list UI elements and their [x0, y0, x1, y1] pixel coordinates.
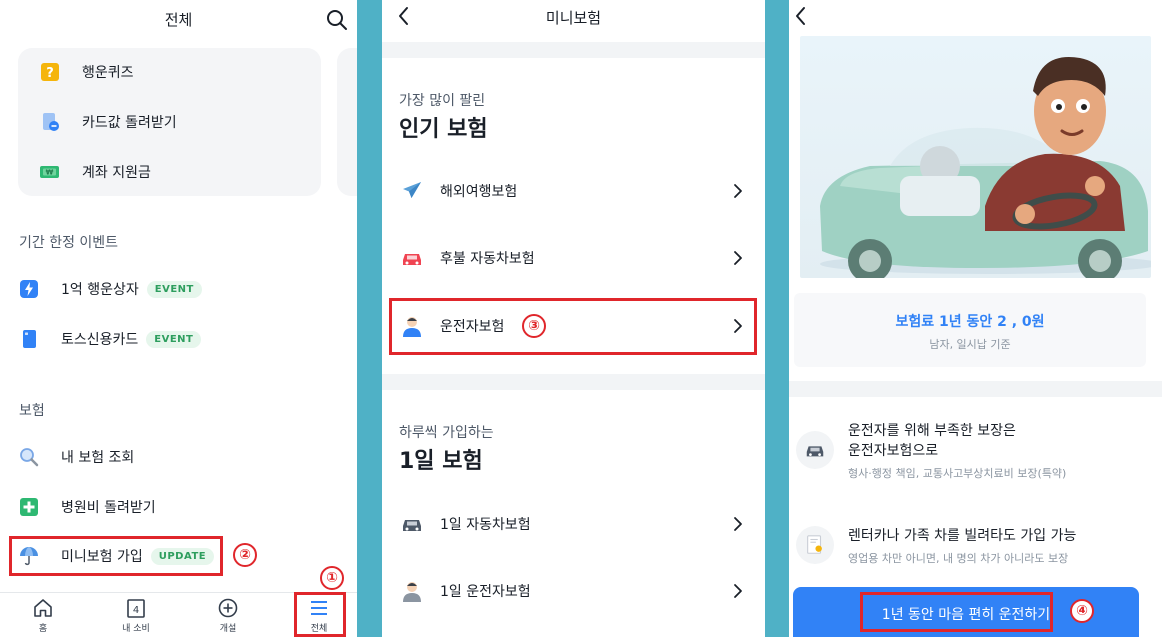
- feature-title-line: 운전자를 위해 부족한 보장은: [848, 423, 1016, 439]
- all-menu-screen: 전체 ? 행운퀴즈 카드값 돌려받기 ₩ 계좌 지원금 기간 한정 이벤트 1억…: [0, 0, 357, 637]
- menu-item-label: 토스신용카드: [61, 332, 139, 348]
- section-divider: [382, 42, 765, 58]
- insurance-item-label: 후불 자동차보험: [440, 251, 535, 267]
- feature-title: 운전자를 위해 부족한 보장은 운전자보험으로: [848, 421, 1016, 461]
- section-title: 인기 보험: [399, 117, 488, 142]
- svg-text:?: ?: [46, 66, 54, 81]
- chevron-right-icon: [734, 184, 742, 198]
- feature-title-line: 운전자보험으로: [848, 443, 939, 459]
- step-badge: ④: [1070, 599, 1094, 623]
- chevron-right-icon: [734, 584, 742, 598]
- page-title: 전체: [164, 11, 193, 29]
- calendar-icon: 4: [127, 599, 145, 618]
- car-icon: [403, 254, 421, 265]
- chevron-right-icon: [734, 517, 742, 531]
- insurance-item-label: 해외여행보험: [440, 184, 518, 200]
- menu-item-label: 카드값 돌려받기: [82, 115, 177, 131]
- menu-item-label: 병원비 돌려받기: [61, 500, 156, 516]
- plus-circle-icon: [218, 598, 238, 618]
- menu-item-label: 1억 행운상자: [61, 282, 139, 298]
- insurance-item-daily-car[interactable]: 1일 자동차보험: [382, 494, 765, 554]
- magnifier-icon: [20, 448, 39, 467]
- section-subtitle: 가장 많이 팔린: [399, 93, 486, 109]
- lightning-icon: [20, 280, 38, 298]
- menu-item-lucky-box[interactable]: 1억 행운상자 EVENT: [19, 279, 202, 299]
- certificate-icon: [807, 535, 822, 554]
- header: 미니보험: [382, 0, 765, 42]
- feature-description: 형사·행정 책임, 교통사고부상치료비 보장(특약): [848, 467, 1067, 480]
- menu-item-label: 내 보험 조회: [61, 450, 135, 466]
- highlight-box: [294, 592, 346, 637]
- menu-item-hospital-refund[interactable]: 병원비 돌려받기: [19, 497, 156, 517]
- mini-insurance-screen: 미니보험 가장 많이 팔린 인기 보험 해외여행보험 후불 자동차보험 운전자보…: [382, 0, 765, 637]
- menu-item-quiz[interactable]: ? 행운퀴즈: [40, 62, 134, 82]
- event-badge: EVENT: [146, 280, 202, 298]
- section-subtitle: 하루씩 가입하는: [399, 425, 494, 441]
- menu-item-account-support[interactable]: ₩ 계좌 지원금: [40, 162, 151, 182]
- next-card-peek: [337, 48, 357, 196]
- tab-label: 홈: [38, 624, 48, 634]
- calendar-date-text: 4: [133, 605, 139, 616]
- menu-item-label: 행운퀴즈: [82, 65, 134, 81]
- driver-icon: [403, 582, 421, 602]
- won-bill-icon: ₩: [40, 166, 59, 178]
- insurance-item-label: 1일 자동차보험: [440, 517, 531, 533]
- price-text: 보험료 1년 동안 2 , 0원: [895, 314, 1045, 330]
- section-divider: [789, 381, 1162, 397]
- tab-home[interactable]: 홈: [13, 597, 73, 634]
- tab-my-spending[interactable]: 4 내 소비: [106, 597, 166, 634]
- question-icon: ?: [41, 63, 59, 81]
- insurance-item-postpaid-car[interactable]: 후불 자동차보험: [382, 228, 765, 288]
- car-dark-icon: [403, 520, 421, 531]
- step-badge: ②: [233, 543, 257, 567]
- insurance-item-label: 1일 운전자보험: [440, 584, 531, 600]
- event-badge: EVENT: [146, 330, 202, 348]
- price-basis: 남자, 일시납 기준: [929, 338, 1011, 351]
- airplane-icon: [403, 182, 421, 198]
- home-icon: [34, 599, 52, 617]
- card-refund-icon: [43, 113, 59, 131]
- section-title-events: 기간 한정 이벤트: [19, 235, 119, 251]
- plus-icon: [20, 498, 38, 516]
- menu-item-credit-card[interactable]: 토스신용카드 EVENT: [19, 329, 202, 349]
- feature-description: 영업용 차만 아니면, 내 명의 차가 아니라도 보장: [848, 552, 1069, 565]
- feature-icon: [796, 431, 834, 469]
- hero-illustration: [800, 36, 1151, 278]
- feature-icon: [796, 526, 834, 564]
- driver-car-illustration: [820, 56, 1151, 278]
- step-badge: ①: [320, 566, 344, 590]
- highlight-box: [9, 536, 223, 576]
- car-icon: [806, 446, 824, 457]
- tab-label: 개설: [219, 624, 237, 634]
- back-arrow-icon[interactable]: [793, 6, 809, 26]
- insurance-item-daily-driver[interactable]: 1일 운전자보험: [382, 561, 765, 621]
- section-title-insurance: 보험: [19, 403, 45, 419]
- step-badge: ③: [522, 314, 546, 338]
- menu-item-label: 계좌 지원금: [82, 165, 151, 181]
- svg-text:₩: ₩: [46, 169, 54, 177]
- highlight-box: [860, 592, 1053, 632]
- feature-title: 렌터카나 가족 차를 빌려타도 가입 가능: [848, 528, 1077, 544]
- search-icon[interactable]: [326, 9, 348, 31]
- menu-item-my-insurance[interactable]: 내 보험 조회: [19, 447, 134, 467]
- credit-card-icon: [23, 330, 36, 348]
- highlight-box: [389, 298, 757, 355]
- page-title: 미니보험: [545, 9, 602, 27]
- price-box: 보험료 1년 동안 2 , 0원 남자, 일시납 기준: [794, 293, 1146, 367]
- section-divider: [382, 374, 765, 390]
- insurance-item-travel[interactable]: 해외여행보험: [382, 161, 765, 221]
- tab-label: 내 소비: [122, 624, 150, 634]
- header: 전체: [0, 0, 357, 40]
- menu-item-card-refund[interactable]: 카드값 돌려받기: [40, 112, 177, 132]
- section-title: 1일 보험: [399, 449, 483, 474]
- driver-insurance-screen: 보험료 1년 동안 2 , 0원 남자, 일시납 기준 운전자를 위해 부족한 …: [789, 0, 1162, 637]
- chevron-right-icon: [734, 251, 742, 265]
- tab-open-account[interactable]: 개설: [198, 597, 258, 634]
